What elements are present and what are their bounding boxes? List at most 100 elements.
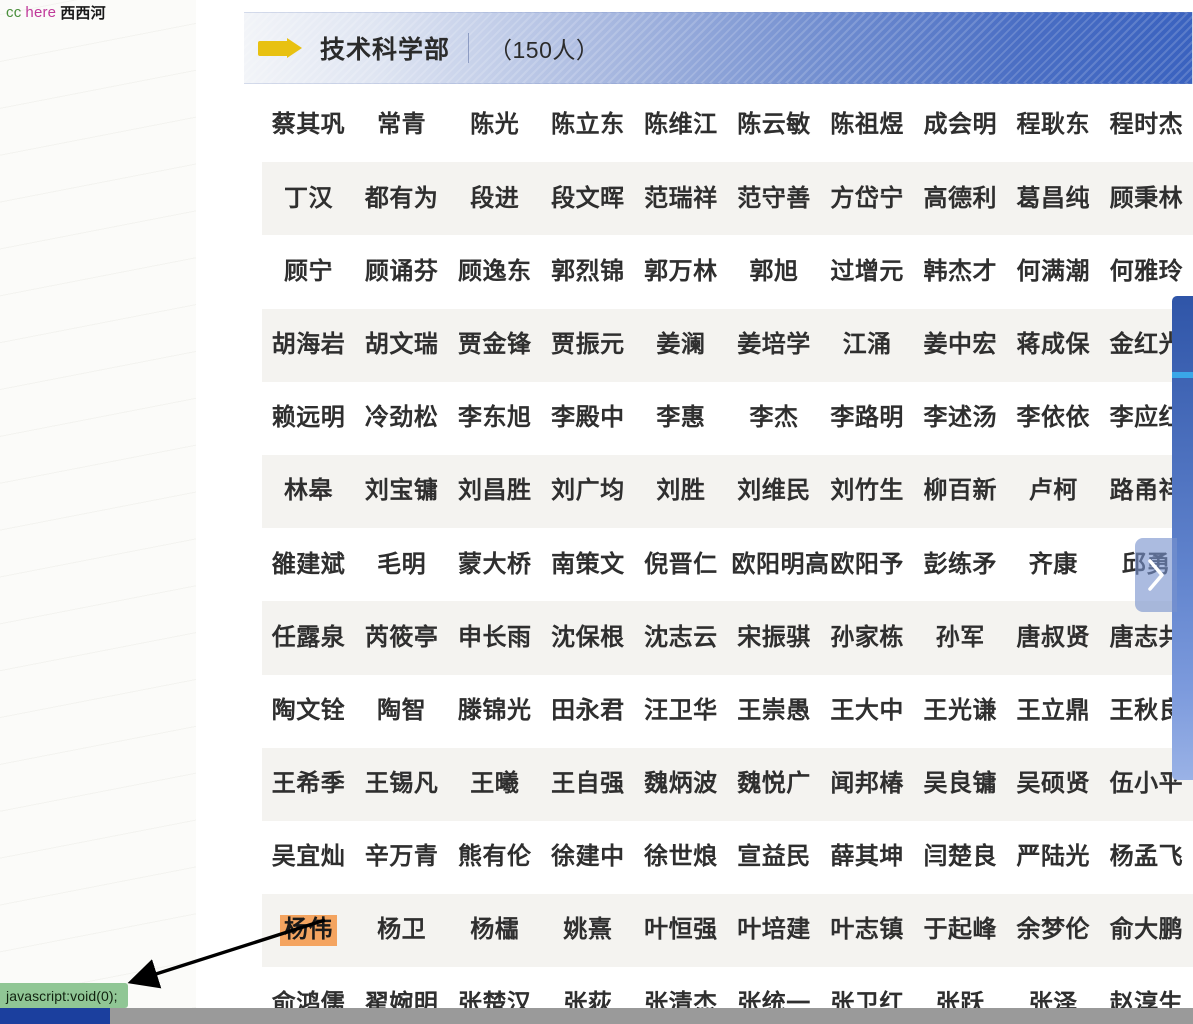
member-name-cell[interactable]: 翟婉明: [355, 989, 448, 1008]
member-name-cell[interactable]: 刘宝镛: [355, 476, 448, 506]
member-name-cell[interactable]: 熊有伦: [448, 842, 541, 872]
member-name-cell[interactable]: 任露泉: [262, 623, 355, 653]
member-name-cell[interactable]: 王立鼎: [1007, 696, 1100, 726]
member-name-cell[interactable]: 姜培学: [727, 330, 820, 360]
member-name-cell[interactable]: 吴良镛: [914, 769, 1007, 799]
member-name-cell[interactable]: 常青: [355, 110, 448, 140]
member-name-cell[interactable]: 陈祖煜: [821, 110, 914, 140]
member-name-cell[interactable]: 姚熹: [541, 915, 634, 945]
horizontal-scrollbar[interactable]: [0, 1008, 1193, 1024]
member-name-cell[interactable]: 顾宁: [262, 257, 355, 287]
member-name-cell[interactable]: 蒙大桥: [448, 550, 541, 580]
member-name-cell[interactable]: 汪卫华: [634, 696, 727, 726]
member-name-cell[interactable]: 江涌: [821, 330, 914, 360]
member-name-cell[interactable]: 程时杰: [1100, 110, 1193, 140]
member-name-cell[interactable]: 陶文铨: [262, 696, 355, 726]
member-name-cell[interactable]: 陈光: [448, 110, 541, 140]
member-name-cell[interactable]: 倪晋仁: [634, 550, 727, 580]
member-name-cell[interactable]: 余梦伦: [1007, 915, 1100, 945]
member-name-cell[interactable]: 陈云敏: [727, 110, 820, 140]
member-name-cell[interactable]: 王曦: [448, 769, 541, 799]
member-name-cell[interactable]: 王希季: [262, 769, 355, 799]
member-name-cell-highlighted[interactable]: 杨伟: [262, 915, 355, 946]
member-name-cell[interactable]: 徐世烺: [634, 842, 727, 872]
member-name-cell[interactable]: 欧阳明高: [727, 550, 829, 580]
member-name-cell[interactable]: 刘胜: [634, 476, 727, 506]
member-name-cell[interactable]: 李东旭: [448, 403, 541, 433]
member-name-cell[interactable]: 赖远明: [262, 403, 355, 433]
member-name-cell[interactable]: 刘昌胜: [448, 476, 541, 506]
member-name-cell[interactable]: 雒建斌: [262, 550, 355, 580]
member-name-cell[interactable]: 张卫红: [821, 989, 914, 1008]
member-name-cell[interactable]: 欧阳予: [821, 550, 914, 580]
member-name-cell[interactable]: 闻邦椿: [821, 769, 914, 799]
member-name-cell[interactable]: 姜澜: [634, 330, 727, 360]
member-name-cell[interactable]: 姜中宏: [914, 330, 1007, 360]
member-name-cell[interactable]: 刘广均: [541, 476, 634, 506]
member-name-cell[interactable]: 魏炳波: [634, 769, 727, 799]
member-name-cell[interactable]: 都有为: [355, 184, 448, 214]
member-name-cell[interactable]: 毛明: [355, 550, 448, 580]
member-name-cell[interactable]: 张清杰: [634, 989, 727, 1008]
member-name-cell[interactable]: 顾逸东: [448, 257, 541, 287]
horizontal-scrollbar-track[interactable]: [110, 1008, 1193, 1024]
member-name-cell[interactable]: 林皋: [262, 476, 355, 506]
member-name-cell[interactable]: 叶培建: [727, 915, 820, 945]
member-name-cell[interactable]: 孙家栋: [821, 623, 914, 653]
member-name-cell[interactable]: 郭烈锦: [541, 257, 634, 287]
member-name-cell[interactable]: 高德利: [914, 184, 1007, 214]
member-name-cell[interactable]: 李殿中: [541, 403, 634, 433]
member-name-cell[interactable]: 张楚汉: [448, 989, 541, 1008]
member-name-cell[interactable]: 卢柯: [1007, 476, 1100, 506]
member-name-cell[interactable]: 陶智: [355, 696, 448, 726]
member-name-cell[interactable]: 张统一: [727, 989, 820, 1008]
member-name-cell[interactable]: 滕锦光: [448, 696, 541, 726]
member-name-cell[interactable]: 叶志镇: [821, 915, 914, 945]
member-name-cell[interactable]: 李述汤: [914, 403, 1007, 433]
member-name-cell[interactable]: 严陆光: [1007, 842, 1100, 872]
member-name-cell[interactable]: 孙军: [914, 623, 1007, 653]
member-name-cell[interactable]: 郭万林: [634, 257, 727, 287]
member-name-cell[interactable]: 宣益民: [727, 842, 820, 872]
member-name-cell[interactable]: 赵淳生: [1100, 989, 1193, 1008]
member-name-cell[interactable]: 杨卫: [355, 915, 448, 945]
member-name-cell[interactable]: 冷劲松: [355, 403, 448, 433]
member-name-cell[interactable]: 程耿东: [1007, 110, 1100, 140]
member-name-cell[interactable]: 贾金锋: [448, 330, 541, 360]
member-name-cell[interactable]: 胡文瑞: [355, 330, 448, 360]
member-name-cell[interactable]: 方岱宁: [821, 184, 914, 214]
member-name-cell[interactable]: 贾振元: [541, 330, 634, 360]
member-name-cell[interactable]: 何满潮: [1007, 257, 1100, 287]
member-name-cell[interactable]: 王光谦: [914, 696, 1007, 726]
member-name-cell[interactable]: 南策文: [541, 550, 634, 580]
member-name-cell[interactable]: 齐康: [1007, 550, 1100, 580]
member-name-cell[interactable]: 韩杰才: [914, 257, 1007, 287]
member-name-cell[interactable]: 闫楚良: [914, 842, 1007, 872]
member-name-cell[interactable]: 柳百新: [914, 476, 1007, 506]
member-name-cell[interactable]: 段文晖: [541, 184, 634, 214]
member-name-cell[interactable]: 田永君: [541, 696, 634, 726]
member-name-cell[interactable]: 张跃: [914, 989, 1007, 1008]
member-name-cell[interactable]: 成会明: [914, 110, 1007, 140]
member-name-cell[interactable]: 王自强: [541, 769, 634, 799]
member-name-cell[interactable]: 李惠: [634, 403, 727, 433]
member-name-cell[interactable]: 段进: [448, 184, 541, 214]
member-name-cell[interactable]: 俞鸿儒: [262, 989, 355, 1008]
member-name-cell[interactable]: 魏悦广: [727, 769, 820, 799]
member-name-cell[interactable]: 蒋成保: [1007, 330, 1100, 360]
member-name-cell[interactable]: 沈志云: [634, 623, 727, 653]
horizontal-scrollbar-thumb[interactable]: [0, 1008, 110, 1024]
member-name-cell[interactable]: 申长雨: [448, 623, 541, 653]
member-name-cell[interactable]: 吴宜灿: [262, 842, 355, 872]
member-name-cell[interactable]: 刘维民: [727, 476, 820, 506]
member-name-cell[interactable]: 芮筱亭: [355, 623, 448, 653]
next-page-button[interactable]: [1135, 538, 1177, 612]
member-name-cell[interactable]: 唐叔贤: [1007, 623, 1100, 653]
member-name-cell[interactable]: 陈维江: [634, 110, 727, 140]
member-name-cell[interactable]: 薛其坤: [821, 842, 914, 872]
member-name-cell[interactable]: 俞大鹏: [1100, 915, 1193, 945]
member-name-cell[interactable]: 何雅玲: [1100, 257, 1193, 287]
member-name-cell[interactable]: 刘竹生: [821, 476, 914, 506]
member-name-cell[interactable]: 范瑞祥: [634, 184, 727, 214]
member-name-cell[interactable]: 徐建中: [541, 842, 634, 872]
